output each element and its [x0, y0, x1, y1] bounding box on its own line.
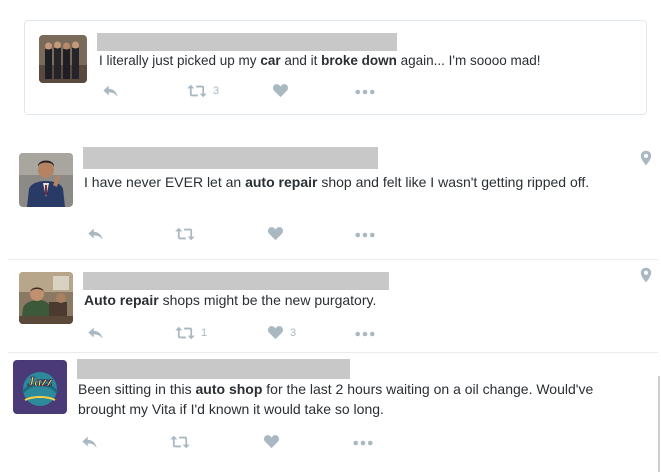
svg-text:Jazz: Jazz — [27, 375, 53, 390]
tweet-text: I have never EVER let an auto repair sho… — [84, 172, 629, 192]
tweet-text: Been sitting in this auto shop for the l… — [78, 379, 623, 419]
reply-button[interactable] — [86, 226, 105, 242]
more-button[interactable] — [355, 331, 375, 337]
tweet-actions — [86, 226, 386, 244]
redacted-username — [77, 359, 350, 379]
avatar[interactable] — [19, 153, 73, 207]
avatar-image: Jazz — [13, 360, 67, 414]
more-button[interactable] — [353, 440, 373, 446]
redacted-username — [83, 147, 378, 169]
text-segment: I literally just picked up my — [99, 53, 261, 68]
reply-button[interactable] — [86, 325, 105, 341]
more-icon — [355, 89, 375, 95]
location-pin-icon — [640, 150, 652, 166]
more-button[interactable] — [355, 89, 375, 95]
heart-icon — [267, 325, 284, 340]
reply-icon — [80, 434, 99, 450]
tweet-text: Auto repair shops might be the new purga… — [84, 290, 629, 310]
tweet-card: I literally just picked up my car and it… — [24, 20, 647, 115]
retweet-icon — [187, 83, 207, 99]
retweet-button[interactable] — [170, 434, 196, 450]
more-icon — [355, 331, 375, 337]
redacted-username — [83, 272, 389, 290]
avatar-image — [19, 153, 73, 207]
location-pin-icon — [640, 267, 652, 283]
heart-icon — [272, 83, 289, 98]
retweet-button[interactable] — [175, 226, 201, 242]
like-button[interactable]: 3 — [267, 325, 296, 340]
reply-icon — [101, 83, 120, 99]
retweet-icon — [170, 434, 190, 450]
retweet-icon — [175, 325, 195, 341]
more-icon — [353, 440, 373, 446]
tweet-card: Jazz Been sitting in this auto shop for … — [0, 354, 661, 472]
like-button[interactable] — [272, 83, 289, 98]
avatar[interactable] — [19, 272, 73, 324]
retweet-button[interactable]: 1 — [175, 325, 207, 341]
divider — [8, 259, 658, 260]
divider — [8, 352, 658, 353]
like-button[interactable] — [267, 226, 284, 241]
redacted-username — [97, 33, 397, 51]
more-icon — [355, 232, 375, 238]
heart-icon — [267, 226, 284, 241]
text-segment-highlight: auto repair — [245, 174, 318, 190]
reply-icon — [86, 226, 105, 242]
retweet-count: 1 — [201, 327, 208, 339]
retweet-icon — [175, 226, 195, 242]
tweet-text: I literally just picked up my car and it… — [99, 51, 629, 71]
reply-button[interactable] — [101, 83, 120, 99]
avatar-image — [39, 35, 87, 83]
avatar[interactable]: Jazz — [13, 360, 67, 414]
text-segment-highlight: car — [260, 53, 281, 68]
reply-icon — [86, 325, 105, 341]
tweet-actions — [80, 434, 380, 452]
text-segment-highlight: broke down — [321, 53, 397, 68]
text-segment: Been sitting in this — [78, 381, 196, 397]
text-segment: shop and felt like I wasn't getting ripp… — [317, 174, 590, 190]
tweet-card: I have never EVER let an auto repair sho… — [0, 140, 661, 260]
scrollbar[interactable] — [658, 376, 660, 472]
retweet-count: 3 — [213, 85, 220, 97]
tweet-actions: 3 — [101, 83, 401, 101]
avatar-image — [19, 272, 73, 324]
tweet-card: Auto repair shops might be the new purga… — [0, 262, 661, 354]
retweet-button[interactable]: 3 — [187, 83, 219, 99]
text-segment-highlight: Auto repair — [84, 292, 159, 308]
heart-icon — [263, 434, 280, 449]
text-segment: again... I'm soooo mad! — [396, 53, 541, 68]
like-count: 3 — [290, 326, 297, 339]
text-segment: I have never EVER let an — [84, 174, 246, 190]
avatar[interactable] — [39, 35, 87, 83]
text-segment: shops might be the new purgatory. — [158, 292, 377, 308]
like-button[interactable] — [263, 434, 280, 449]
more-button[interactable] — [355, 232, 375, 238]
text-segment: and it — [280, 53, 322, 68]
text-segment-highlight: auto shop — [195, 381, 263, 397]
tweet-actions: 1 3 — [86, 325, 386, 343]
reply-button[interactable] — [80, 434, 99, 450]
